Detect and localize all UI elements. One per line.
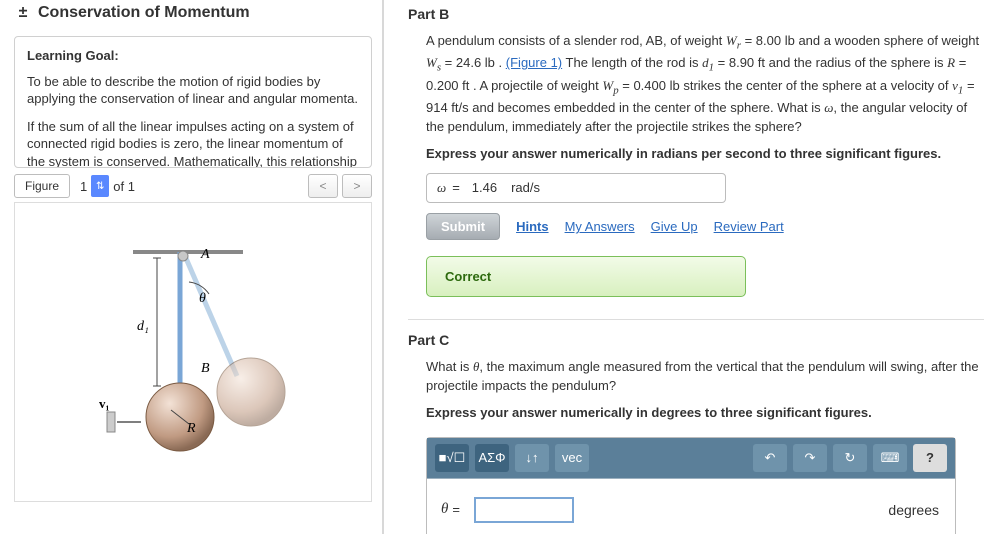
part-c-text: What is θ, the maximum angle measured fr… (426, 358, 984, 396)
hints-link[interactable]: Hints (516, 219, 549, 234)
answer-value: 1.46 (472, 180, 497, 195)
part-c-heading: Part C (408, 332, 984, 348)
page-title: Conservation of Momentum (38, 4, 250, 22)
fig-label-R: R (186, 421, 196, 436)
theta-input[interactable] (474, 497, 574, 523)
part-b-instruction: Express your answer numerically in radia… (426, 145, 984, 164)
help-button[interactable]: ? (913, 444, 947, 472)
collapse-icon[interactable]: ± (14, 4, 32, 22)
figure-of: of 1 (113, 179, 135, 194)
keyboard-button[interactable]: ⌨ (873, 444, 907, 472)
equation-editor: ■√☐ ΑΣΦ ↓↑ vec ↶ ↷ ↻ ⌨ ? θ = degrees (426, 437, 956, 534)
answer-var: ω (437, 180, 446, 196)
my-answers-link[interactable]: My Answers (565, 219, 635, 234)
theta-var: θ (441, 501, 448, 518)
vec-button[interactable]: vec (555, 444, 589, 472)
figure-pos: 1 (76, 179, 91, 194)
undo-button[interactable]: ↶ (753, 444, 787, 472)
fig-label-B: B (201, 361, 210, 376)
learning-goal-heading: Learning Goal: (27, 47, 359, 65)
figure-next-button[interactable]: > (342, 174, 372, 198)
review-part-link[interactable]: Review Part (714, 219, 784, 234)
fig-label-d1: d₁ (137, 319, 149, 334)
templates-button[interactable]: ■√☐ (435, 444, 469, 472)
submit-button[interactable]: Submit (426, 213, 500, 240)
correct-badge: Correct (426, 256, 746, 297)
subscript-button[interactable]: ↓↑ (515, 444, 549, 472)
part-b-text: A pendulum consists of a slender rod, AB… (426, 32, 984, 137)
answer-unit: rad/s (511, 180, 540, 195)
redo-button[interactable]: ↷ (793, 444, 827, 472)
greek-button[interactable]: ΑΣΦ (475, 444, 509, 472)
figure-label: Figure (15, 179, 69, 193)
figure-canvas: A B R d₁ θ v₁ (14, 202, 372, 502)
figure-prev-button[interactable]: < (308, 174, 338, 198)
figure-stepper-icon[interactable]: ⇅ (91, 175, 109, 197)
fig-label-A: A (200, 247, 210, 262)
learning-goal-p1: To be able to describe the motion of rig… (27, 73, 359, 108)
figure-1-link[interactable]: (Figure 1) (506, 55, 562, 70)
theta-unit: degrees (888, 502, 939, 518)
give-up-link[interactable]: Give Up (651, 219, 698, 234)
figure-tab[interactable]: Figure (14, 174, 70, 198)
fig-label-theta: θ (199, 291, 206, 306)
learning-goal-box: Learning Goal: To be able to describe th… (14, 36, 372, 168)
learning-goal-p2: If the sum of all the linear impulses ac… (27, 118, 359, 168)
fig-label-v1: v₁ (99, 396, 110, 411)
part-b-answer-box: ω = 1.46 rad/s (426, 173, 726, 203)
part-c-instruction: Express your answer numerically in degre… (426, 404, 984, 423)
part-b-heading: Part B (408, 6, 984, 22)
reset-button[interactable]: ↻ (833, 444, 867, 472)
